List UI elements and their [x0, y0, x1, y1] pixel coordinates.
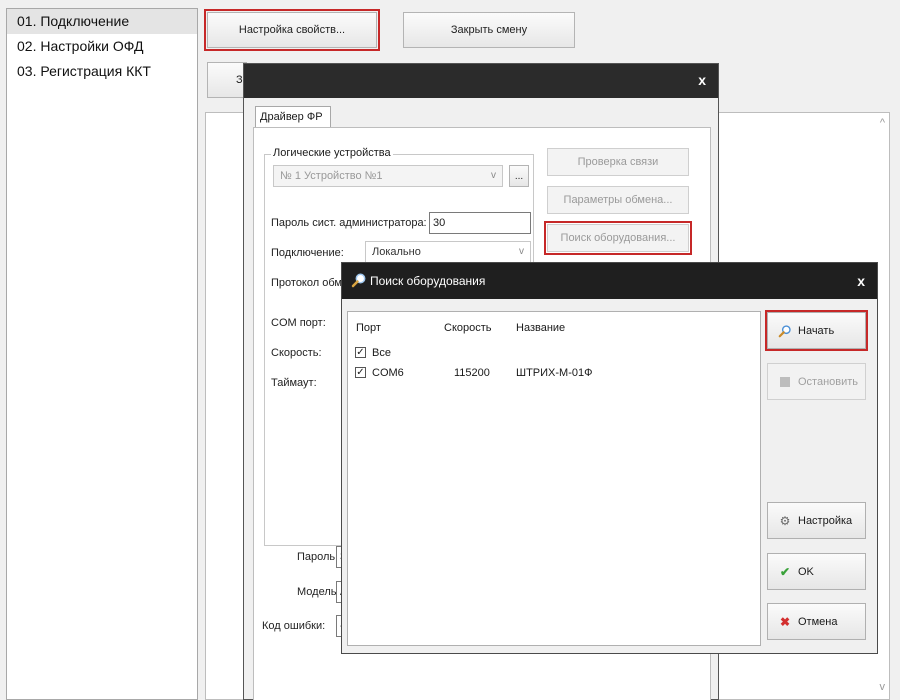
dialog-titlebar: x: [244, 64, 718, 98]
checkmark-icon: ✔: [779, 564, 791, 579]
search-equipment-button[interactable]: Поиск оборудования...: [544, 221, 692, 255]
equipment-list: Порт Скорость Название ✓ Все ✓ COM6 1152…: [347, 311, 761, 646]
ok-button-label: OK: [798, 565, 814, 578]
column-header-name: Название: [516, 322, 566, 334]
cancel-button[interactable]: ✖ Отмена: [767, 603, 866, 640]
sidebar-item-kkt-registration[interactable]: 03. Регистрация ККТ: [7, 59, 197, 84]
magnifier-icon: [351, 273, 366, 288]
list-item-all[interactable]: ✓ Все: [348, 345, 760, 363]
ok-button[interactable]: ✔ OK: [767, 553, 866, 590]
row-speed: 115200: [454, 367, 490, 379]
settings-button-label: Настройка: [798, 514, 853, 527]
row-port: Все: [372, 347, 391, 359]
chevron-down-icon: v: [519, 246, 524, 257]
model-label: Модель:: [297, 586, 340, 598]
device-combo-value: № 1 Устройство №1: [280, 170, 383, 182]
sidebar-item-ofd-settings[interactable]: 02. Настройки ОФД: [7, 34, 197, 59]
admin-password-field[interactable]: 30: [429, 212, 531, 234]
exchange-params-button[interactable]: Параметры обмена...: [547, 186, 689, 214]
search-dialog-title: Поиск оборудования: [370, 274, 486, 288]
device-more-button[interactable]: ...: [509, 165, 529, 187]
error-code-label: Код ошибки:: [262, 620, 326, 632]
close-shift-button[interactable]: Закрыть смену: [403, 12, 575, 48]
stop-button[interactable]: Остановить: [767, 363, 866, 400]
properties-button[interactable]: Настройка свойств...: [204, 9, 380, 51]
row-port: COM6: [372, 367, 404, 379]
sidebar-item-connection[interactable]: 01. Подключение: [7, 9, 197, 34]
sidebar-nav: 01. Подключение 02. Настройки ОФД 03. Ре…: [6, 8, 198, 700]
connection-combo[interactable]: Локально v: [365, 241, 531, 263]
protocol-label: Протокол обм: [271, 277, 342, 289]
speed-label: Скорость:: [271, 347, 322, 359]
scroll-up-arrow-icon[interactable]: ^: [880, 117, 885, 129]
chevron-down-icon: v: [491, 170, 496, 181]
stop-button-label: Остановить: [798, 375, 859, 388]
check-connection-button[interactable]: Проверка связи: [547, 148, 689, 176]
equipment-search-dialog: Поиск оборудования x Порт Скорость Назва…: [341, 262, 878, 654]
start-button-label: Начать: [798, 324, 835, 337]
group-title: Логические устройства: [271, 147, 393, 159]
password-label: Пароль:: [297, 551, 339, 563]
close-icon[interactable]: x: [698, 72, 706, 88]
close-icon[interactable]: x: [857, 273, 865, 289]
column-header-port: Порт: [356, 322, 381, 334]
row-name: ШТРИХ-М-01Ф: [516, 367, 593, 379]
column-header-speed: Скорость: [444, 322, 492, 334]
checkbox-all[interactable]: ✓: [355, 347, 366, 358]
hidden-toolbar-button[interactable]: З: [207, 62, 247, 98]
connection-label: Подключение:: [271, 247, 344, 259]
scroll-down-arrow-icon[interactable]: v: [880, 681, 886, 693]
start-button[interactable]: Начать: [765, 310, 868, 351]
gear-icon: ⚙: [779, 513, 791, 528]
list-item-com6[interactable]: ✓ COM6 115200 ШТРИХ-М-01Ф: [348, 365, 760, 383]
tab-driver-fr[interactable]: Драйвер ФР: [255, 106, 331, 128]
settings-button[interactable]: ⚙ Настройка: [767, 502, 866, 539]
search-dialog-titlebar: Поиск оборудования x: [342, 263, 877, 299]
admin-password-label: Пароль сист. администратора:: [271, 217, 427, 229]
checkbox-com6[interactable]: ✓: [355, 367, 366, 378]
device-combo[interactable]: № 1 Устройство №1 v: [273, 165, 503, 187]
timeout-label: Таймаут:: [271, 377, 317, 389]
com-port-label: COM порт:: [271, 317, 326, 329]
red-x-icon: ✖: [779, 614, 791, 629]
connection-combo-value: Локально: [372, 246, 421, 258]
cancel-button-label: Отмена: [798, 615, 838, 628]
magnifier-icon: [778, 324, 792, 338]
stop-icon: [778, 375, 792, 389]
